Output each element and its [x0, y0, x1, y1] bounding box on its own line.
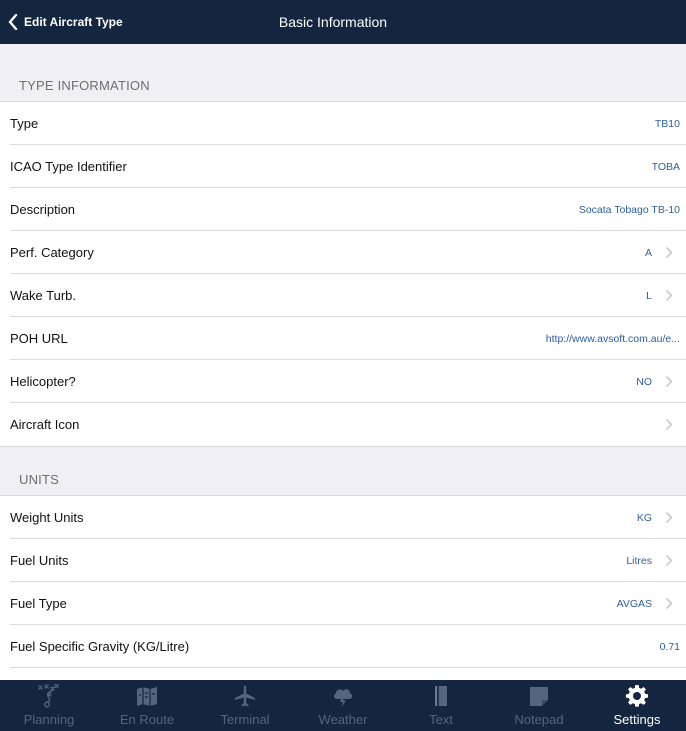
row-value: Socata Tobago TB-10: [578, 203, 680, 216]
row-value: NO: [636, 375, 652, 388]
tab-en-route[interactable]: En Route: [98, 680, 196, 731]
tab-settings[interactable]: Settings: [588, 680, 686, 731]
row-poh-url[interactable]: POH URL http://www.avsoft.com.au/e...: [0, 317, 686, 360]
row-label: Fuel Specific Gravity (KG/Litre): [10, 639, 190, 654]
chevron-right-icon: [652, 246, 686, 259]
row-icao-type-identifier[interactable]: ICAO Type Identifier TOBA: [0, 145, 686, 188]
row-type[interactable]: Type TB10: [0, 102, 686, 145]
chevron-right-icon: [652, 597, 686, 610]
row-value: A: [644, 246, 652, 259]
chevron-right-icon: [652, 289, 686, 302]
navigation-bar: Edit Aircraft Type Basic Information: [0, 0, 686, 44]
row-label: Weight Units: [10, 510, 84, 525]
notepad-icon: [530, 687, 548, 706]
tab-label: Planning: [23, 712, 75, 727]
row-value: TB10: [654, 117, 680, 130]
tab-bar: Planning En Route Terminal Weather Text …: [0, 680, 686, 731]
screen: Edit Aircraft Type Basic Information TYP…: [0, 0, 686, 731]
settings-list: TYPE INFORMATION Type TB10 ICAO Type Ide…: [0, 44, 686, 712]
chevron-right-icon: [652, 375, 686, 388]
row-helicopter[interactable]: Helicopter? NO: [0, 360, 686, 403]
planning-icon: [38, 684, 59, 708]
chevron-right-icon: [652, 418, 686, 431]
page-title: Basic Information: [278, 14, 388, 30]
row-label: ICAO Type Identifier: [10, 159, 127, 174]
row-fuel-specific-gravity[interactable]: Fuel Specific Gravity (KG/Litre) 0.71: [0, 625, 686, 668]
tab-terminal[interactable]: Terminal: [196, 680, 294, 731]
row-value: Litres: [626, 554, 652, 567]
row-label: Fuel Units: [10, 553, 69, 568]
row-fuel-units[interactable]: Fuel Units Litres: [0, 539, 686, 582]
tab-notepad[interactable]: Notepad: [490, 680, 588, 731]
type-information-group: Type TB10 ICAO Type Identifier TOBA Desc…: [0, 102, 686, 447]
row-aircraft-icon[interactable]: Aircraft Icon: [0, 403, 686, 446]
section-header-units: UNITS: [0, 447, 686, 496]
tab-label: Text: [429, 712, 453, 727]
row-label: POH URL: [10, 331, 68, 346]
section-header-type-information: TYPE INFORMATION: [0, 44, 686, 102]
gear-icon: [625, 684, 648, 707]
row-label: Helicopter?: [10, 374, 76, 389]
weather-icon: [334, 689, 353, 707]
chevron-right-icon: [652, 554, 686, 567]
row-label: Aircraft Icon: [10, 417, 80, 432]
row-weight-units[interactable]: Weight Units KG: [0, 496, 686, 539]
document-icon: [435, 686, 447, 706]
row-wake-turb[interactable]: Wake Turb. L: [0, 274, 686, 317]
row-value: http://www.avsoft.com.au/e...: [545, 332, 680, 345]
row-perf-category[interactable]: Perf. Category A: [0, 231, 686, 274]
map-icon: [137, 687, 157, 706]
tab-text[interactable]: Text: [392, 680, 490, 731]
tab-weather[interactable]: Weather: [294, 680, 392, 731]
row-description[interactable]: Description Socata Tobago TB-10: [0, 188, 686, 231]
row-label: Fuel Type: [10, 596, 67, 611]
row-label: Perf. Category: [10, 245, 94, 260]
tab-label: Weather: [318, 712, 368, 727]
tab-planning[interactable]: Planning: [0, 680, 98, 731]
row-label: Type: [10, 116, 39, 131]
tab-label: Settings: [613, 712, 661, 727]
airplane-icon: [235, 685, 255, 707]
tab-label: Notepad: [514, 712, 564, 727]
tab-label: En Route: [119, 712, 175, 727]
row-value: TOBA: [651, 160, 680, 173]
row-label: Description: [10, 202, 76, 217]
row-value: AVGAS: [616, 597, 652, 610]
row-label: Wake Turb.: [10, 288, 76, 303]
tab-label: Terminal: [220, 712, 270, 727]
row-fuel-type[interactable]: Fuel Type AVGAS: [0, 582, 686, 625]
chevron-right-icon: [652, 511, 686, 524]
row-value: 0.71: [659, 640, 680, 653]
row-value: KG: [636, 511, 652, 524]
